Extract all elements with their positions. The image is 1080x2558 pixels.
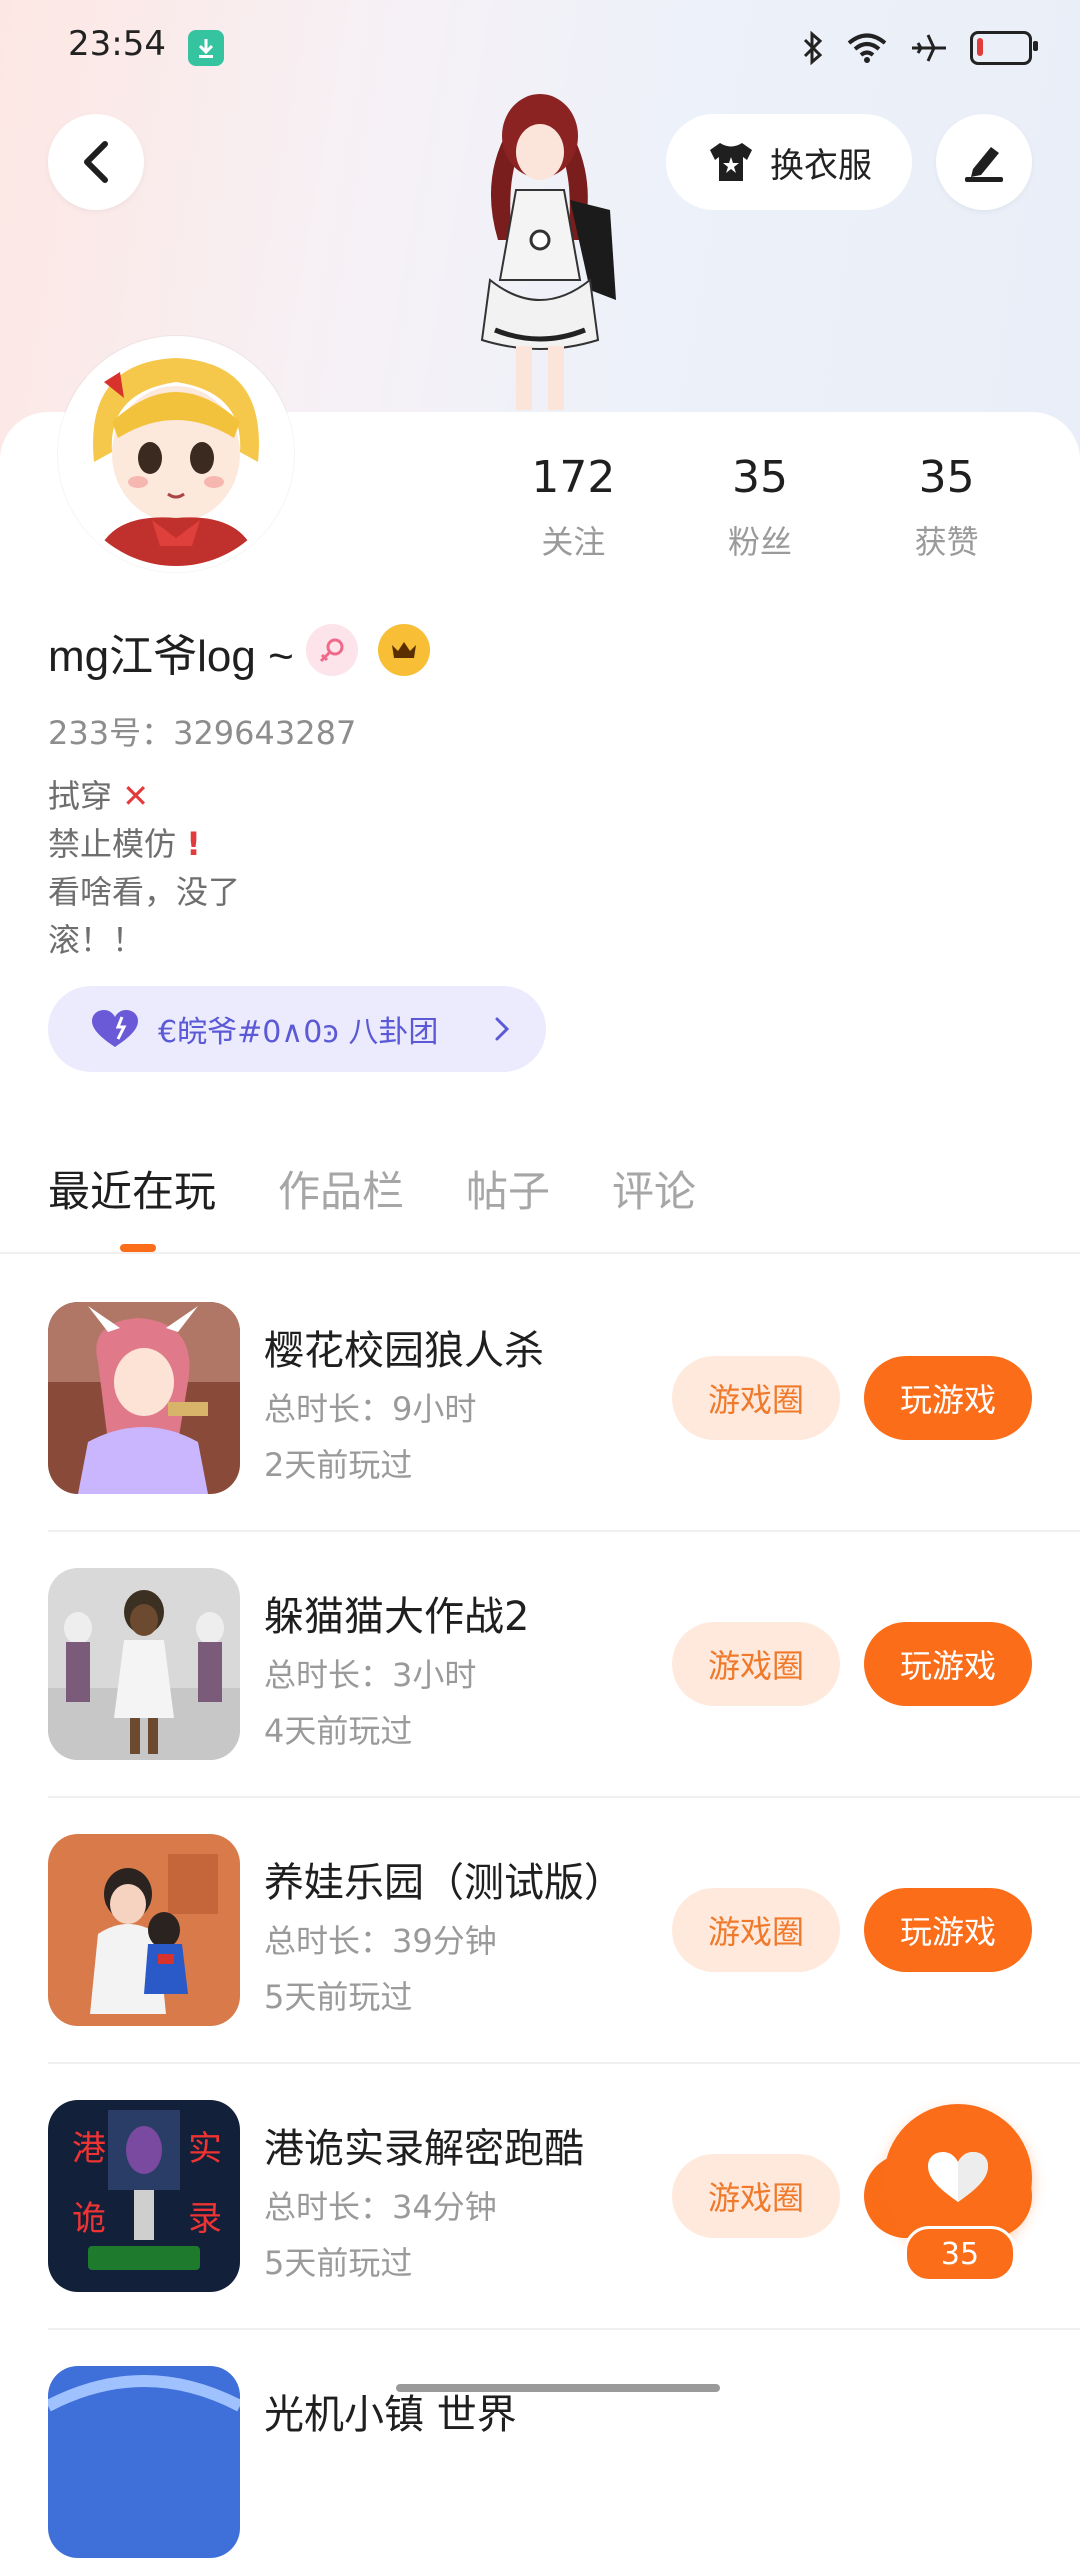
stat-followers-value: 35 bbox=[732, 452, 788, 503]
vip-crown-badge[interactable] bbox=[378, 624, 430, 676]
stat-followers-label: 粉丝 bbox=[728, 523, 793, 561]
battery-icon bbox=[970, 31, 1038, 65]
home-indicator[interactable] bbox=[396, 2384, 720, 2392]
play-game-button[interactable]: 玩游戏 bbox=[864, 1888, 1032, 1972]
svg-text:录: 录 bbox=[188, 2199, 222, 2239]
edit-pen-icon bbox=[965, 147, 1003, 182]
airplane-mode-icon bbox=[912, 34, 946, 62]
game-thumbnail bbox=[48, 2366, 240, 2558]
game-thumbnail: 港 实 诡 录 bbox=[48, 2100, 240, 2292]
game-last-played: 5天前玩过 bbox=[264, 2244, 413, 2282]
svg-text:实: 实 bbox=[188, 2129, 222, 2169]
row-divider bbox=[48, 2062, 1080, 2064]
profile-stats: 172 关注 35 粉丝 35 获赞 bbox=[480, 452, 1040, 563]
status-time: 23:54 bbox=[68, 24, 166, 64]
game-thumbnail bbox=[48, 1302, 240, 1494]
crown-icon bbox=[392, 642, 416, 658]
battery-level bbox=[977, 38, 983, 56]
game-list-item[interactable]: 樱花校园狼人杀 总时长：9小时 2天前玩过 游戏圈 玩游戏 bbox=[48, 1302, 1048, 1494]
back-button[interactable] bbox=[48, 114, 144, 210]
profile-bio: 拭穿 ✕ 禁止模仿 ! 看啥看，没了 滚！！ bbox=[48, 772, 240, 964]
game-title: 港诡实录解密跑酷 bbox=[264, 2126, 584, 2172]
game-circle-button[interactable]: 游戏圈 bbox=[672, 1622, 840, 1706]
change-outfit-button[interactable]: 换衣服 bbox=[666, 114, 912, 210]
game-last-played: 4天前玩过 bbox=[264, 1712, 413, 1750]
exclamation-icon: ! bbox=[186, 825, 201, 863]
heart-icon bbox=[928, 2152, 988, 2202]
heart-icon bbox=[92, 1010, 138, 1047]
wifi-icon bbox=[847, 33, 887, 63]
game-title: 樱花校园狼人杀 bbox=[264, 1328, 544, 1374]
profile-avatar[interactable] bbox=[58, 336, 294, 572]
back-arrow-icon bbox=[84, 141, 108, 183]
tshirt-icon bbox=[710, 143, 752, 181]
svg-text:港: 港 bbox=[72, 2129, 106, 2169]
stat-likes-label: 获赞 bbox=[914, 523, 979, 561]
game-list-item[interactable]: 躲猫猫大作战2 总时长：3小时 4天前玩过 游戏圈 玩游戏 bbox=[48, 1568, 1048, 1760]
tabs-divider bbox=[0, 1252, 1080, 1254]
game-list-item[interactable]: 养娃乐园（测试版） 总时长：39分钟 5天前玩过 游戏圈 玩游戏 bbox=[48, 1834, 1048, 2026]
row-divider bbox=[48, 1796, 1080, 1798]
avatar-3d-figure bbox=[480, 94, 616, 410]
female-gender-badge bbox=[306, 624, 358, 676]
game-duration: 总时长：3小时 bbox=[264, 1656, 477, 1694]
stat-following[interactable]: 172 关注 bbox=[480, 452, 667, 563]
change-outfit-label: 换衣服 bbox=[770, 145, 872, 186]
status-icons bbox=[802, 26, 1038, 70]
stat-following-value: 172 bbox=[531, 452, 616, 503]
download-notification-icon bbox=[188, 30, 224, 66]
game-duration: 总时长：9小时 bbox=[264, 1390, 477, 1428]
bio-line-2: 禁止模仿 ! bbox=[48, 825, 201, 863]
game-last-played: 2天前玩过 bbox=[264, 1446, 413, 1484]
tab-recent-played[interactable]: 最近在玩 bbox=[48, 1158, 216, 1219]
game-thumbnail bbox=[48, 1834, 240, 2026]
row-divider bbox=[48, 2328, 1080, 2330]
row-divider bbox=[48, 1530, 1080, 1532]
stat-followers[interactable]: 35 粉丝 bbox=[667, 452, 854, 563]
game-duration: 总时长：34分钟 bbox=[264, 2188, 497, 2226]
game-circle-button[interactable]: 游戏圈 bbox=[672, 1356, 840, 1440]
avatar-illustration bbox=[64, 342, 288, 566]
svg-text:诡: 诡 bbox=[72, 2199, 106, 2239]
tab-works[interactable]: 作品栏 bbox=[278, 1158, 404, 1219]
username: mg江爷log ~ bbox=[48, 632, 294, 681]
game-duration: 总时长：39分钟 bbox=[264, 1922, 497, 1960]
red-cross-icon: ✕ bbox=[122, 777, 149, 815]
user-id: 233号：329643287 bbox=[48, 714, 357, 752]
game-circle-button[interactable]: 游戏圈 bbox=[672, 1888, 840, 1972]
fan-group-label: €皖爷#0∧0ͽ 八卦团 bbox=[158, 1015, 439, 1050]
stat-likes[interactable]: 35 获赞 bbox=[853, 452, 1040, 563]
game-last-played: 5天前玩过 bbox=[264, 1978, 413, 2016]
tab-comments[interactable]: 评论 bbox=[612, 1158, 696, 1219]
like-count-badge: 35 bbox=[904, 2226, 1016, 2282]
game-circle-button[interactable]: 游戏圈 bbox=[672, 2154, 840, 2238]
bluetooth-icon bbox=[803, 31, 823, 65]
tab-posts[interactable]: 帖子 bbox=[466, 1158, 550, 1219]
play-game-button[interactable]: 玩游戏 bbox=[864, 1356, 1032, 1440]
profile-tabs: 最近在玩 作品栏 帖子 评论 bbox=[48, 1158, 696, 1219]
active-tab-indicator bbox=[120, 1244, 156, 1252]
stat-following-label: 关注 bbox=[541, 523, 606, 561]
female-icon bbox=[319, 638, 344, 663]
game-title: 养娃乐园（测试版） bbox=[264, 1860, 624, 1906]
bio-line-4: 滚！！ bbox=[48, 921, 145, 959]
game-thumbnail bbox=[48, 1568, 240, 1760]
status-bar: 23:54 bbox=[0, 0, 1080, 96]
game-list-item[interactable]: 光机小镇 世界 bbox=[48, 2366, 1048, 2558]
game-title: 躲猫猫大作战2 bbox=[264, 1594, 530, 1640]
play-game-button[interactable]: 玩游戏 bbox=[864, 1622, 1032, 1706]
chevron-right-icon bbox=[495, 1017, 510, 1041]
stat-likes-value: 35 bbox=[918, 452, 975, 503]
bio-line-3: 看啥看，没了 bbox=[48, 873, 241, 911]
fan-group-pill[interactable]: €皖爷#0∧0ͽ 八卦团 bbox=[48, 986, 546, 1072]
edit-profile-button[interactable] bbox=[936, 114, 1032, 210]
bio-line-1: 拭穿 ✕ bbox=[48, 777, 149, 815]
